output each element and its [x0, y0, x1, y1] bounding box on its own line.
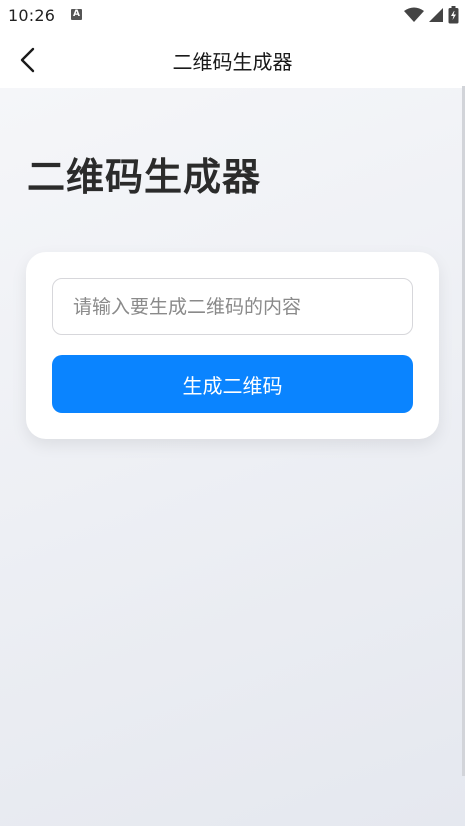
app-bar: 二维码生成器 — [0, 32, 465, 88]
status-bar: 10:26 A — [0, 0, 465, 32]
content-input[interactable] — [52, 278, 413, 335]
page-title: 二维码生成器 — [27, 155, 262, 199]
screen: 10:26 A 二维码生成器 二维码生成器 请输入要生成二维码的内容 生成二维码 — [0, 0, 465, 826]
app-bar-title: 二维码生成器 — [172, 50, 293, 74]
battery-icon — [448, 6, 459, 24]
main-content: 二维码生成器 生成二维码 — [0, 88, 465, 826]
wifi-icon — [404, 7, 424, 22]
notification-icon: A — [71, 9, 82, 20]
generate-button[interactable]: 生成二维码 — [52, 355, 413, 413]
status-icons — [404, 6, 459, 24]
generator-card: 生成二维码 — [26, 252, 439, 439]
signal-icon — [429, 8, 443, 22]
status-time: 10:26 — [8, 6, 56, 25]
